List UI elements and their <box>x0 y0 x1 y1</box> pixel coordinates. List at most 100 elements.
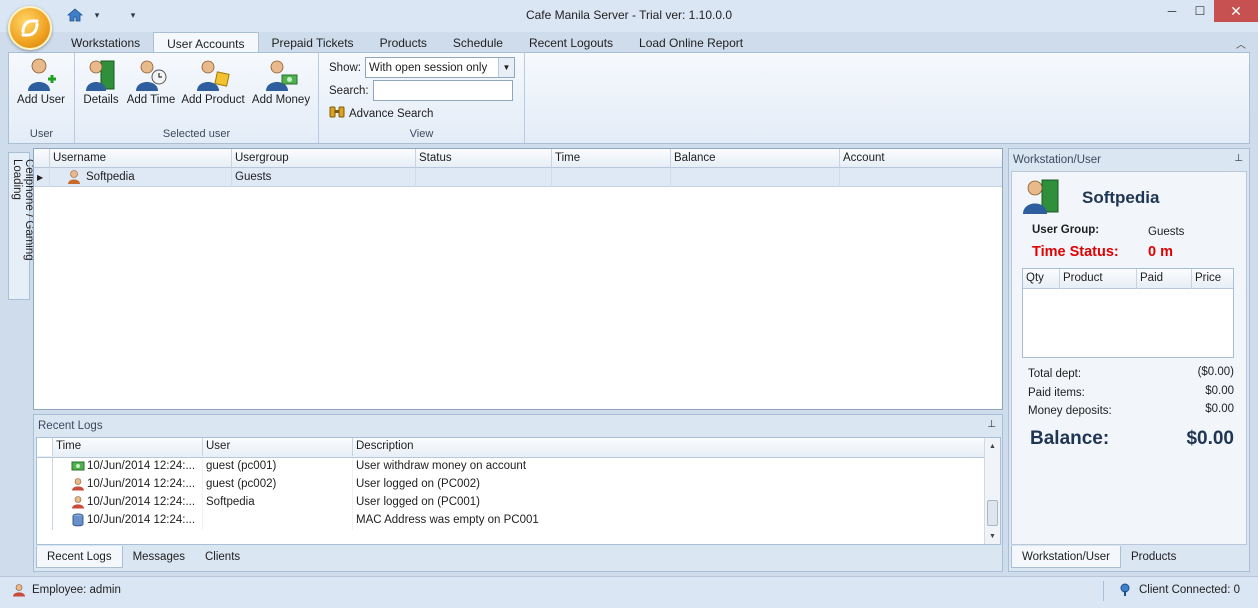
row-indicator <box>37 494 53 512</box>
chevron-down-icon[interactable]: ▼ <box>497 58 514 77</box>
column-header-paid[interactable]: Paid <box>1137 269 1192 289</box>
pin-icon[interactable]: ⊥ <box>987 419 996 430</box>
add-product-label: Add Product <box>181 94 245 106</box>
details-button[interactable]: Details <box>81 57 121 106</box>
table-row[interactable]: ▶ Softpedia Guests <box>34 168 1002 187</box>
tab-clients[interactable]: Clients <box>195 546 250 568</box>
side-tab-label: Cellphone / Gaming Loading <box>11 159 35 261</box>
advance-search-label: Advance Search <box>349 107 434 120</box>
cell-username[interactable]: Softpedia <box>50 168 232 187</box>
time-status-value: 0 m <box>1148 244 1173 260</box>
workstation-user-tabs: Workstation/User Products <box>1011 546 1186 568</box>
cell-description: User withdraw money on account <box>353 458 985 476</box>
username-text: Softpedia <box>86 171 135 183</box>
users-grid-header: Username Usergroup Status Time Balance A… <box>34 149 1002 168</box>
column-header-account[interactable]: Account <box>840 149 1002 168</box>
client-connected-text: Client Connected: 0 <box>1138 584 1240 596</box>
window-title: Cafe Manila Server - Trial ver: 1.10.0.0 <box>525 8 733 22</box>
column-header-balance[interactable]: Balance <box>671 149 840 168</box>
tab-messages[interactable]: Messages <box>123 546 195 568</box>
employee-text: Employee: admin <box>32 584 121 596</box>
cell-account[interactable] <box>840 168 1002 187</box>
advance-search-button[interactable]: Advance Search <box>329 105 433 122</box>
pin-icon[interactable]: ⊥ <box>1234 153 1243 164</box>
column-header-status[interactable]: Status <box>416 149 552 168</box>
tab-recent-logouts[interactable]: Recent Logouts <box>516 32 626 53</box>
column-header-usergroup[interactable]: Usergroup <box>232 149 416 168</box>
user-icon <box>72 478 84 491</box>
cell-time[interactable] <box>552 168 671 187</box>
scroll-up-icon[interactable]: ▲ <box>985 438 1000 454</box>
scroll-thumb[interactable] <box>987 500 998 526</box>
recent-logs-panel: Recent Logs ⊥ Time User Description 10/J… <box>33 414 1003 572</box>
database-icon <box>72 513 84 527</box>
search-label: Search: <box>329 84 369 97</box>
tab-recent-logs[interactable]: Recent Logs <box>36 546 123 568</box>
tab-schedule[interactable]: Schedule <box>440 32 516 53</box>
add-money-label: Add Money <box>251 94 311 106</box>
column-header-product[interactable]: Product <box>1060 269 1137 289</box>
details-icon <box>84 57 118 93</box>
table-row[interactable]: 10/Jun/2014 12:24:... guest (pc002) User… <box>37 476 1000 494</box>
add-user-button[interactable]: Add User <box>15 57 67 106</box>
logs-scrollbar[interactable]: ▲ ▼ <box>984 438 1000 544</box>
add-product-button[interactable]: Add Product <box>181 57 245 106</box>
show-filter-value: With open session only <box>368 61 488 74</box>
column-header-user[interactable]: User <box>203 438 353 456</box>
purchases-grid: Qty Product Paid Price <box>1022 268 1234 358</box>
details-label: Details <box>83 94 119 106</box>
ribbon-tabs: Workstations User Accounts Prepaid Ticke… <box>58 32 756 53</box>
add-time-label: Add Time <box>126 94 176 106</box>
tab-workstation-user[interactable]: Workstation/User <box>1011 546 1121 568</box>
group-label-selected-user: Selected user <box>162 128 231 140</box>
cell-usergroup[interactable]: Guests <box>232 168 416 187</box>
row-indicator <box>37 458 53 476</box>
total-dept-label: Total dept: <box>1028 368 1082 380</box>
search-input[interactable] <box>372 80 513 101</box>
tab-products[interactable]: Products <box>367 32 440 53</box>
maximize-button[interactable]: ☐ <box>1186 0 1214 22</box>
column-header-username[interactable]: Username <box>50 149 232 168</box>
ribbon-collapse-icon[interactable]: ︿ <box>1236 36 1246 51</box>
tab-products-panel[interactable]: Products <box>1121 546 1186 568</box>
side-tab-cellphone-gaming[interactable]: Cellphone / Gaming Loading <box>8 152 35 300</box>
money-deposits-row: Money deposits: $0.00 <box>1028 403 1234 417</box>
group-label-view: View <box>409 128 434 140</box>
add-money-button[interactable]: Add Money <box>251 57 311 106</box>
add-time-button[interactable]: Add Time <box>125 57 177 106</box>
tab-prepaid-tickets[interactable]: Prepaid Tickets <box>259 32 367 53</box>
row-indicator-header <box>37 438 53 456</box>
column-header-qty[interactable]: Qty <box>1023 269 1060 289</box>
column-header-time[interactable]: Time <box>53 438 203 456</box>
add-user-label: Add User <box>17 94 65 106</box>
table-row[interactable]: 10/Jun/2014 12:24:... Softpedia User log… <box>37 494 1000 512</box>
paid-items-value: $0.00 <box>1205 385 1234 397</box>
recent-logs-title: Recent Logs ⊥ <box>34 415 1002 436</box>
cell-description: User logged on (PC001) <box>353 494 985 512</box>
minimize-button[interactable]: ─ <box>1158 0 1186 22</box>
total-dept-row: Total dept: ($0.00) <box>1028 366 1234 380</box>
scroll-down-icon[interactable]: ▼ <box>985 528 1000 544</box>
tab-workstations[interactable]: Workstations <box>58 32 153 53</box>
column-header-time[interactable]: Time <box>552 149 671 168</box>
users-grid: Username Usergroup Status Time Balance A… <box>33 148 1003 410</box>
close-button[interactable]: ✕ <box>1214 0 1258 22</box>
column-header-price[interactable]: Price <box>1192 269 1233 289</box>
app-menu-button[interactable] <box>8 6 52 50</box>
table-row[interactable]: 10/Jun/2014 12:24:... MAC Address was em… <box>37 512 1000 530</box>
recent-logs-header: Time User Description <box>37 438 1000 458</box>
show-filter-select[interactable]: With open session only ▼ <box>364 57 515 78</box>
ribbon-group-user: Add User User <box>9 53 75 143</box>
cell-time: 10/Jun/2014 12:24:... <box>53 494 203 512</box>
tab-load-online-report[interactable]: Load Online Report <box>626 32 756 53</box>
log-time: 10/Jun/2014 12:24:... <box>87 460 196 472</box>
money-deposits-label: Money deposits: <box>1028 405 1112 417</box>
status-separator <box>1103 581 1104 601</box>
cell-status[interactable] <box>416 168 552 187</box>
user-icon <box>68 170 80 184</box>
tab-user-accounts[interactable]: User Accounts <box>153 32 259 53</box>
column-header-description[interactable]: Description <box>353 438 985 456</box>
cell-balance[interactable] <box>671 168 840 187</box>
table-row[interactable]: 10/Jun/2014 12:24:... guest (pc001) User… <box>37 458 1000 476</box>
cell-user: Softpedia <box>203 494 353 512</box>
